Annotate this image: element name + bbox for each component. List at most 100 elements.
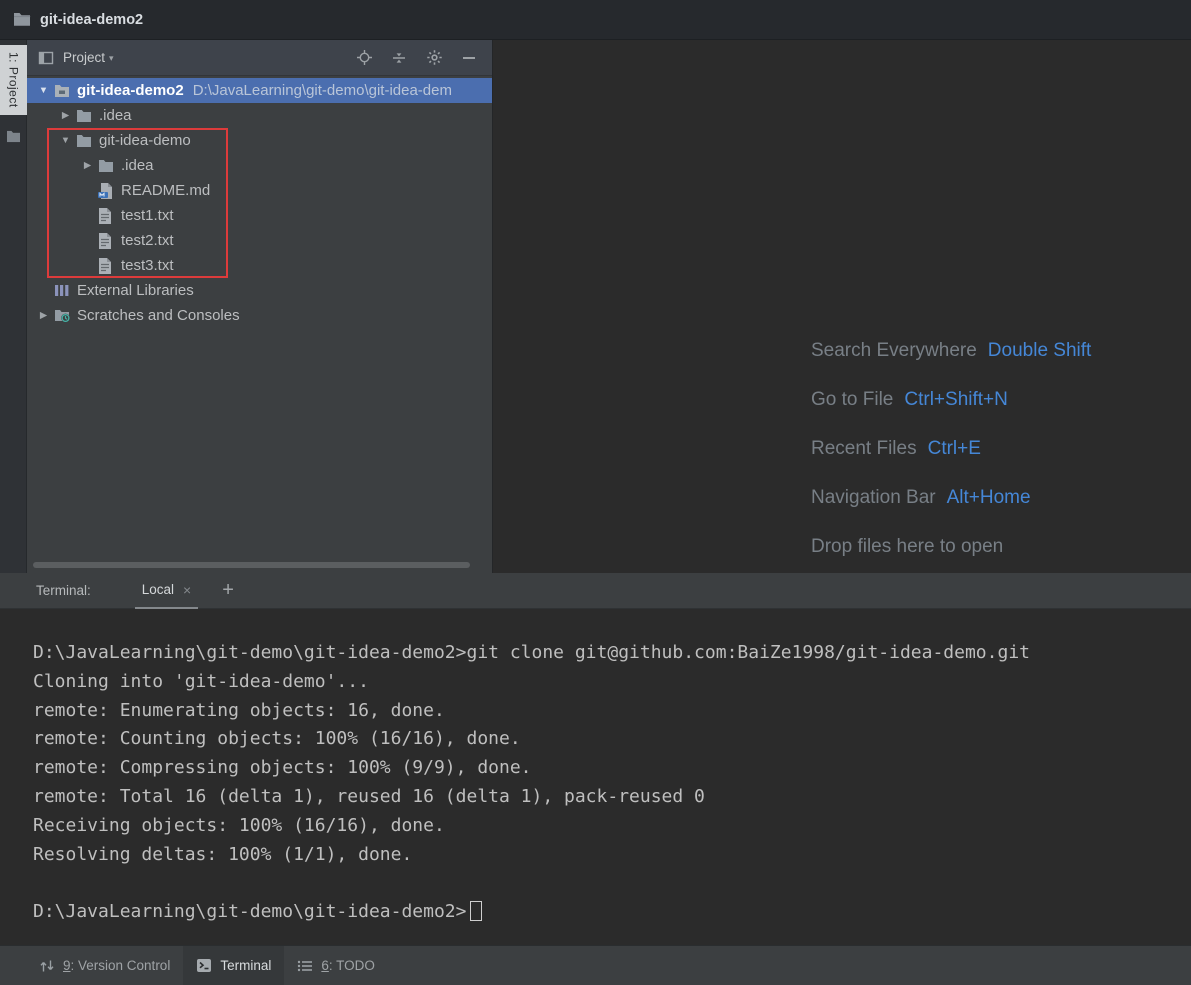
shortcut-hint-line: Go to File Ctrl+Shift+N [811, 375, 1091, 424]
tree-item-scratches-and-consoles[interactable]: ▶ Scratches and Consoles [27, 303, 492, 328]
project-folder-icon [13, 12, 31, 27]
tree-item-label: External Libraries [77, 282, 194, 299]
hide-panel-icon[interactable] [460, 49, 478, 67]
label-text: : TODO [329, 958, 375, 973]
terminal-output-line: D:\JavaLearning\git-demo\git-idea-demo2> [33, 898, 1191, 927]
terminal-panel: Terminal: Local × + D:\JavaLearning\git-… [0, 573, 1191, 945]
md-file-icon [98, 183, 115, 199]
tree-item-label: README.md [121, 182, 210, 199]
text-file-icon [98, 258, 115, 274]
terminal-text: remote: Total 16 (delta 1), reused 16 (d… [33, 786, 705, 807]
shortcut-keys: Ctrl+Shift+N [904, 389, 1007, 411]
project-tool-window: Project ▾ ▼ git-idea-demo2 D:\JavaLearning… [27, 40, 492, 573]
close-icon[interactable]: × [183, 582, 191, 598]
tree-item-test3-txt[interactable]: test3.txt [27, 253, 492, 278]
shortcut-action-label: Recent Files [811, 438, 917, 460]
select-opened-file-icon[interactable] [355, 49, 373, 67]
project-panel-header: Project ▾ [27, 40, 492, 76]
terminal-text: Receiving objects: 100% (16/16), done. [33, 815, 445, 836]
horizontal-scrollbar[interactable] [33, 562, 470, 568]
terminal-label: Terminal: [36, 583, 91, 598]
statusbar-tab-label: Terminal [220, 958, 271, 973]
tree-item-label: Scratches and Consoles [77, 307, 240, 324]
scratches-icon [54, 308, 71, 324]
terminal-tab-local[interactable]: Local × [135, 573, 198, 609]
tree-item-git-idea-demo2[interactable]: ▼ git-idea-demo2 D:\JavaLearning\git-demo\… [27, 78, 492, 103]
shortcut-hint-line: Search Everywhere Double Shift [811, 326, 1091, 375]
chevron-expanded-icon[interactable]: ▼ [55, 135, 76, 146]
ide-window: git-idea-demo2 1: Project 2: Favorites Z… [0, 0, 1191, 985]
mnemonic-char: 6 [321, 958, 329, 973]
shortcut-keys: Double Shift [988, 340, 1092, 362]
folder-icon [76, 108, 93, 124]
terminal-output-line: remote: Total 16 (delta 1), reused 16 (d… [33, 783, 1191, 812]
terminal-text: D:\JavaLearning\git-demo\git-idea-demo2>… [33, 642, 1030, 663]
shortcut-action-label: Search Everywhere [811, 340, 977, 362]
terminal-text: D:\JavaLearning\git-demo\git-idea-demo2> [33, 901, 466, 922]
tree-item-label: git-idea-demo2 [77, 82, 184, 99]
tree-item-test1-txt[interactable]: test1.txt [27, 203, 492, 228]
version-control-icon [39, 958, 55, 974]
chevron-collapsed-icon[interactable]: ▶ [77, 160, 98, 171]
tool-stripe-project-label: 1: Project [7, 52, 21, 108]
editor-area[interactable]: Search Everywhere Double Shift Go to File C… [492, 40, 1191, 573]
terminal-output[interactable]: D:\JavaLearning\git-demo\git-idea-demo2>… [0, 609, 1191, 927]
tree-item-idea[interactable]: ▶ .idea [27, 103, 492, 128]
chevron-collapsed-icon[interactable]: ▶ [55, 110, 76, 121]
tree-item-label: .idea [99, 107, 132, 124]
panel-title[interactable]: Project [63, 50, 105, 65]
project-tool-window-icon[interactable] [6, 130, 21, 143]
label-text: Terminal [220, 958, 271, 973]
settings-icon[interactable] [425, 49, 443, 67]
chevron-down-icon[interactable]: ▾ [109, 51, 114, 64]
terminal-output-line: Cloning into 'git-idea-demo'... [33, 668, 1191, 697]
shortcut-keys: Alt+Home [947, 487, 1031, 509]
tree-item-label: test1.txt [121, 207, 174, 224]
chevron-expanded-icon[interactable]: ▼ [33, 85, 54, 96]
chevron-collapsed-icon[interactable]: ▶ [33, 310, 54, 321]
tree-item-git-idea-demo[interactable]: ▼git-idea-demo [27, 128, 492, 153]
shortcut-hint-line: Navigation BarAlt+Home [811, 473, 1091, 522]
terminal-text: Cloning into 'git-idea-demo'... [33, 671, 369, 692]
terminal-text: Resolving deltas: 100% (1/1), done. [33, 844, 412, 865]
statusbar-tab-6-todo[interactable]: 6: TODO [284, 946, 388, 985]
shortcut-keys: Ctrl+E [928, 438, 981, 460]
tree-item-label: test3.txt [121, 257, 174, 274]
project-folder-icon [54, 83, 71, 99]
tree-item-readme-md[interactable]: README.md [27, 178, 492, 203]
text-file-icon [98, 233, 115, 249]
window-title: git-idea-demo2 [40, 12, 143, 28]
tool-stripe-project-button[interactable]: 1: Project [0, 45, 27, 115]
statusbar-tab-9-version-control[interactable]: 9: Version Control [26, 946, 183, 985]
todo-icon [297, 959, 313, 973]
titlebar: git-idea-demo2 [0, 0, 1191, 40]
terminal-output-line: Resolving deltas: 100% (1/1), done. [33, 841, 1191, 870]
shortcut-hint-line: Drop files here to open [811, 522, 1091, 571]
terminal-output-line [33, 869, 1191, 898]
terminal-output-line: remote: Counting objects: 100% (16/16), … [33, 725, 1191, 754]
label-text: : Version Control [71, 958, 171, 973]
status-bar: 9: Version Control Terminal 6: TODO [0, 945, 1191, 985]
tree-item-label: test2.txt [121, 232, 174, 249]
mnemonic-char: 9 [63, 958, 71, 973]
shortcut-action-label: Go to File [811, 389, 893, 411]
tree-item-label: .idea [121, 157, 154, 174]
tree-item-external-libraries[interactable]: External Libraries [27, 278, 492, 303]
statusbar-tab-terminal[interactable]: Terminal [183, 946, 284, 985]
text-file-icon [98, 208, 115, 224]
tree-item-path: D:\JavaLearning\git-demo\git-idea-dem [193, 82, 452, 99]
collapse-all-icon[interactable] [390, 49, 408, 67]
terminal-output-line: remote: Enumerating objects: 16, done. [33, 697, 1191, 726]
terminal-text: remote: Counting objects: 100% (16/16), … [33, 728, 521, 749]
new-session-button[interactable]: + [222, 579, 234, 602]
terminal-output-line: remote: Compressing objects: 100% (9/9),… [33, 754, 1191, 783]
terminal-output-line: Receiving objects: 100% (16/16), done. [33, 812, 1191, 841]
tree-item-idea[interactable]: ▶ .idea [27, 153, 492, 178]
tree-item-test2-txt[interactable]: test2.txt [27, 228, 492, 253]
tool-window-icon [37, 49, 55, 67]
statusbar-tab-label: 6: TODO [321, 958, 375, 973]
shortcut-action-label: Drop files here to open [811, 536, 1003, 558]
folder-icon [98, 158, 115, 174]
project-tree: ▼ git-idea-demo2 D:\JavaLearning\git-demo\… [27, 76, 492, 573]
statusbar-tab-label: 9: Version Control [63, 958, 170, 973]
